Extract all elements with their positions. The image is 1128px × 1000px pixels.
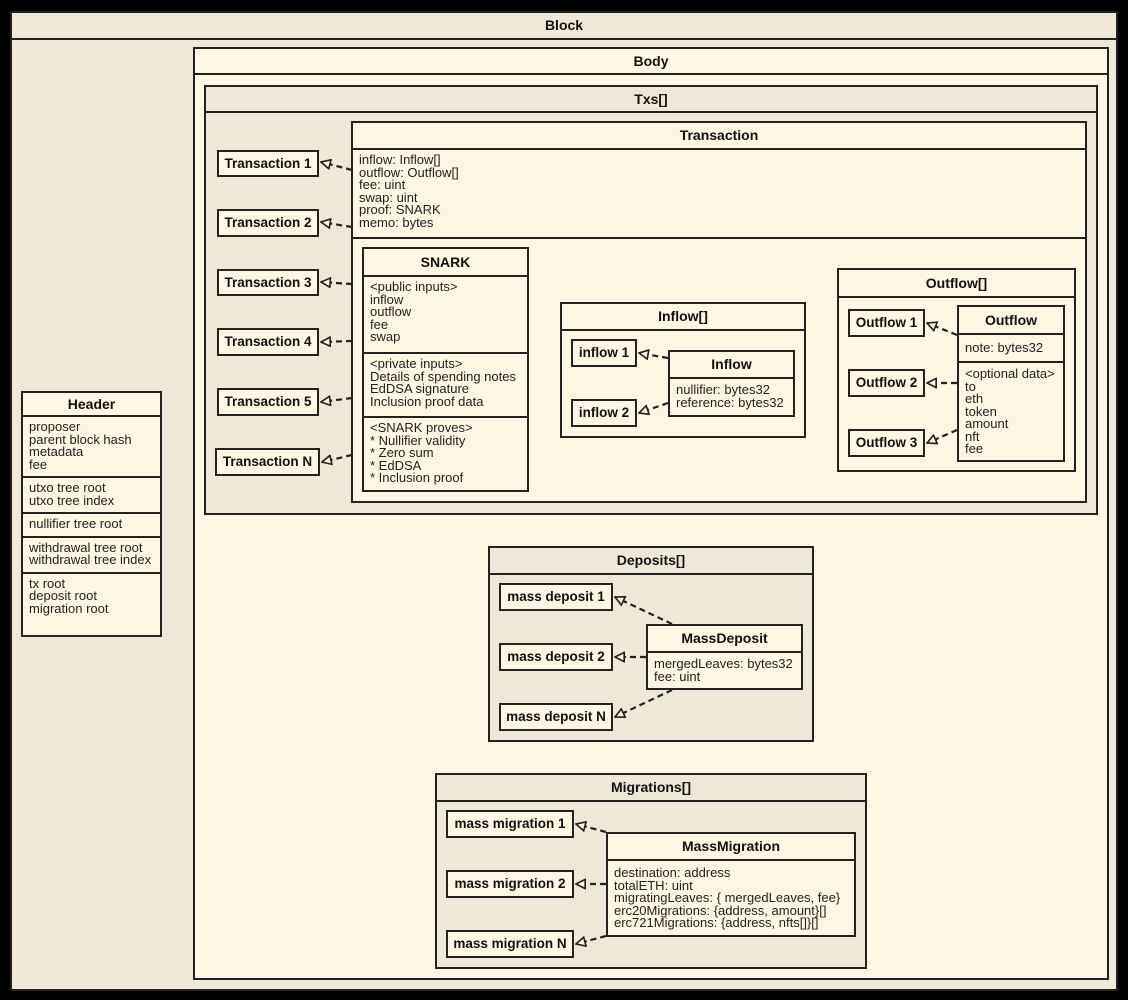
edge-tx1: [321, 162, 353, 172]
edge-tx4: [321, 341, 353, 342]
edge-inflow1: [639, 353, 669, 358]
edge-outflow3: [927, 428, 958, 443]
edge-depositn: [615, 689, 673, 717]
edge-tx3: [321, 282, 353, 284]
edge-tx2: [321, 222, 353, 227]
edge-migration1: [576, 824, 607, 834]
block-structure-diagram: Block Header proposer parent block hash …: [0, 0, 1128, 1000]
edge-deposit1: [615, 597, 673, 625]
edge-tx5: [321, 398, 353, 402]
edge-txn: [322, 453, 353, 462]
edge-migrationn: [576, 934, 607, 944]
edge-outflow1: [927, 323, 958, 337]
edges-layer: [0, 0, 958, 1000]
edge-inflow2: [639, 401, 669, 413]
